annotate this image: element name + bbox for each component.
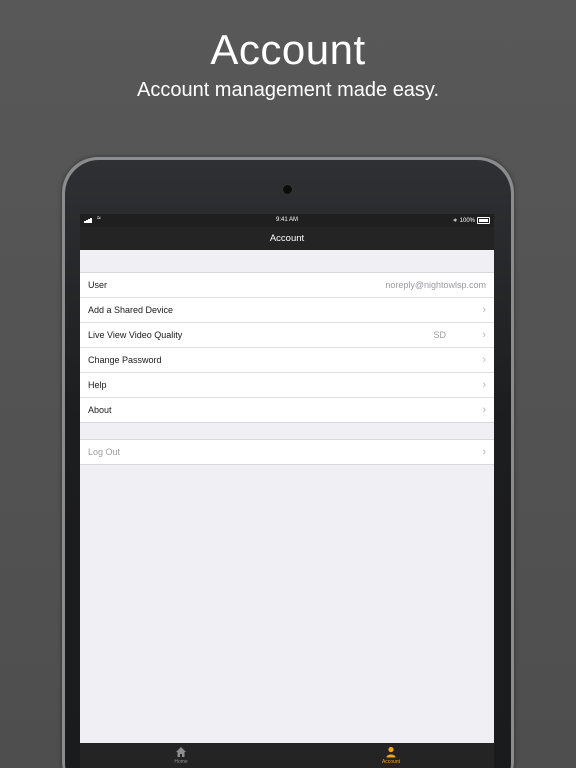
tab-account[interactable]: Account [361, 746, 421, 765]
nav-title: Account [269, 233, 305, 244]
log-out-button[interactable]: Log Out › [80, 440, 494, 464]
chevron-right-icon: › [482, 354, 486, 366]
chevron-right-icon: › [482, 304, 486, 316]
status-time: 9:41 AM [275, 217, 298, 223]
status-bar: ≈ 9:41 AM ∗ 100% [80, 214, 494, 227]
row-user: User noreply@nightowlsp.com [80, 273, 494, 298]
battery-percent: 100% [459, 217, 475, 224]
row-label: Help [88, 380, 107, 390]
chevron-right-icon: › [482, 379, 486, 391]
promo-title: Account [210, 26, 366, 73]
row-add-shared-device[interactable]: Add a Shared Device › [80, 298, 494, 323]
row-label: Change Password [88, 355, 162, 365]
row-label: User [88, 280, 108, 290]
row-label: About [88, 405, 112, 415]
account-settings-list: User noreply@nightowlsp.com Add a Shared… [80, 272, 494, 423]
camera-icon [282, 184, 293, 195]
promo-page: Account Account management made easy. ≈ … [0, 0, 576, 768]
tab-account-label: Account [381, 759, 401, 765]
chevron-right-icon: › [482, 404, 486, 416]
log-out-label: Log Out [88, 447, 121, 457]
status-right: ∗ 100% [453, 217, 490, 224]
chevron-right-icon: › [482, 329, 486, 341]
video-quality-value: SD [433, 330, 446, 340]
row-change-password[interactable]: Change Password › [80, 348, 494, 373]
bluetooth-icon: ∗ [452, 218, 458, 224]
promo-subtitle: Account management made easy. [136, 79, 440, 101]
logout-section: Log Out › [80, 439, 494, 465]
row-label: Live View Video Quality [88, 330, 183, 340]
row-video-quality[interactable]: Live View Video Quality SD › [80, 323, 494, 348]
battery-icon [477, 217, 490, 224]
row-label: Add a Shared Device [88, 305, 174, 315]
tab-home-label: Home [174, 759, 188, 765]
tab-bar: Home Account [80, 743, 494, 768]
chevron-right-icon: › [482, 446, 486, 458]
row-help[interactable]: Help › [80, 373, 494, 398]
home-icon [151, 746, 211, 759]
nav-bar: Account [80, 227, 494, 250]
user-email-value: noreply@nightowlsp.com [385, 280, 486, 290]
person-icon [361, 746, 421, 759]
tab-home[interactable]: Home [151, 746, 211, 765]
device-screen: ≈ 9:41 AM ∗ 100% Account User noreply@ni… [80, 214, 494, 768]
row-about[interactable]: About › [80, 398, 494, 422]
